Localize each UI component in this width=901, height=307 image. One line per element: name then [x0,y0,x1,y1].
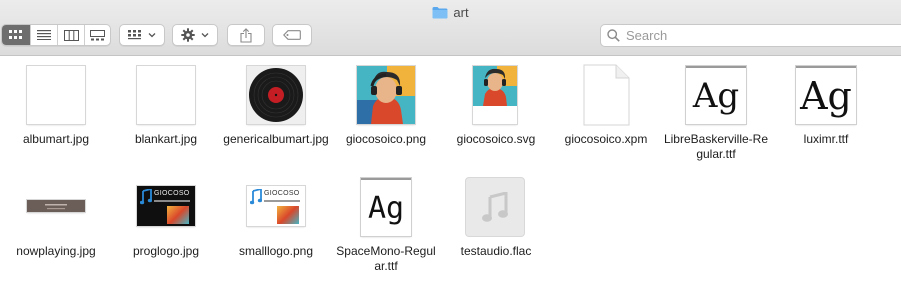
image-thumbnail [473,66,517,124]
file-name: smalllogo.png [238,244,314,258]
file-name: testaudio.flac [460,244,532,258]
logo-art [277,206,299,224]
image-thumbnail [357,66,415,124]
window-title: art [0,3,901,21]
file-thumbnail: GIOCOSO [111,176,221,240]
file-item-smalllogo[interactable]: GIOCOSO smalllogo.png [221,176,331,259]
font-preview: Ag [796,66,856,124]
folder-icon [432,6,448,19]
file-name: giocosoico.png [345,132,427,146]
file-name: albumart.jpg [22,132,90,146]
file-thumbnail [331,64,441,128]
file-item-librebaskerville[interactable]: Ag LibreBaskerville-Regular.ttf [661,64,771,162]
file-thumbnail [551,64,661,128]
file-thumbnail: Ag [661,64,771,128]
chevron-down-icon [148,33,156,38]
list-view-icon [37,30,51,40]
file-item-giocosoico-png[interactable]: giocosoico.png [331,64,441,147]
file-thumbnail [221,64,331,128]
vinyl-record-icon [249,68,303,122]
file-item-testaudio[interactable]: testaudio.flac [441,176,551,259]
file-item-blankart[interactable]: blankart.jpg [111,64,221,147]
image-thumbnail: GIOCOSO [247,186,305,226]
portrait-art-icon [357,66,415,124]
file-item-giocosoico-svg[interactable]: giocosoico.svg [441,64,551,147]
file-thumbnail: Ag [331,176,441,240]
file-item-giocosoico-xpm[interactable]: giocosoico.xpm [551,64,661,147]
action-menu-button[interactable] [172,24,218,46]
file-name: giocosoico.svg [456,132,536,146]
file-name: genericalbumart.jpg [223,132,329,146]
file-item-spacemono[interactable]: Ag SpaceMono-Regular.ttf [331,176,441,274]
file-thumbnail [111,64,221,128]
music-note-icon [482,192,508,222]
file-thumbnail [441,64,551,128]
file-name: SpaceMono-Regular.ttf [336,244,436,273]
file-name: nowplaying.jpg [16,244,96,258]
file-thumbnail [441,176,551,240]
column-view-button[interactable] [57,25,84,45]
music-note-icon [140,189,152,205]
group-by-icon [128,30,141,40]
file-name: luximr.ttf [803,132,849,146]
search-input[interactable] [626,28,886,43]
image-thumbnail [27,66,85,124]
logo-tagline [264,200,300,202]
share-button[interactable] [227,24,265,46]
file-thumbnail [1,64,111,128]
window-title-text: art [453,4,469,20]
file-name: proglogo.jpg [132,244,200,258]
file-item-genericalbumart[interactable]: genericalbumart.jpg [221,64,331,147]
column-view-icon [63,29,79,41]
file-thumbnail: Ag [771,64,881,128]
music-note-icon [250,189,262,205]
file-grid: albumart.jpg blankart.jpg genericalbumar… [0,56,901,307]
title-bar: art [0,0,901,56]
image-thumbnail: GIOCOSO [137,186,195,226]
chevron-down-icon [201,33,209,38]
document-icon [583,64,630,126]
logo-text: GIOCOSO [264,190,300,197]
image-thumbnail [27,200,85,212]
image-thumbnail [137,66,195,124]
icon-view-icon [9,30,22,39]
portrait-art-icon [473,66,517,106]
search-icon [607,29,620,42]
gear-icon [181,28,195,42]
logo-art [167,206,189,224]
tags-button[interactable] [272,24,312,46]
file-item-luximr[interactable]: Ag luximr.ttf [771,64,881,147]
share-icon [240,27,252,43]
font-preview: Ag [361,178,411,236]
gallery-view-icon [90,29,105,40]
file-name: giocosoico.xpm [564,132,648,146]
view-mode-control[interactable] [1,24,111,46]
tag-icon [283,30,301,40]
banner-art-icon [45,204,67,210]
file-item-albumart[interactable]: albumart.jpg [1,64,111,147]
icon-view-button[interactable] [2,25,30,45]
file-thumbnail: GIOCOSO [221,176,331,240]
group-by-button[interactable] [119,24,165,46]
file-name: blankart.jpg [134,132,198,146]
audio-thumbnail [466,178,524,236]
file-thumbnail [1,176,111,240]
gallery-view-button[interactable] [84,25,110,45]
image-thumbnail [247,66,305,124]
font-preview: Ag [686,66,746,124]
logo-text: GIOCOSO [154,190,190,197]
file-item-proglogo[interactable]: GIOCOSO proglogo.jpg [111,176,221,259]
file-name: LibreBaskerville-Regular.ttf [663,132,769,161]
search-field[interactable] [600,24,901,47]
list-view-button[interactable] [30,25,57,45]
file-item-nowplaying[interactable]: nowplaying.jpg [1,176,111,259]
logo-tagline [154,200,190,202]
